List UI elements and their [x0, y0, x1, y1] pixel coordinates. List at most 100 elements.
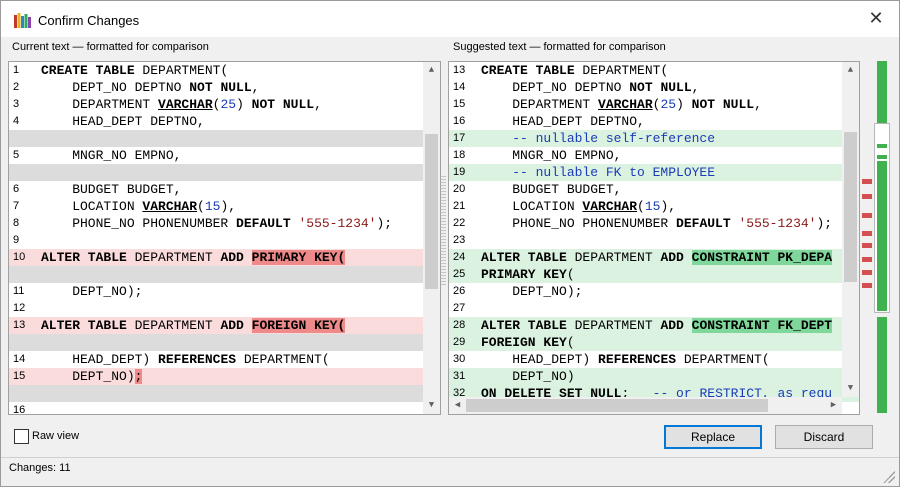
code-token: ALTER TABLE [481, 250, 567, 265]
code-token: ALTER TABLE [41, 250, 127, 265]
right-horizontal-scrollbar[interactable]: ◀ ▶ [449, 397, 842, 414]
code-token: DEPARTMENT [41, 97, 159, 112]
line-code: BUDGET BUDGET, [481, 181, 621, 198]
line-number: 28 [453, 319, 466, 331]
change-marker[interactable] [862, 231, 872, 236]
left-scroll-thumb[interactable] [425, 134, 438, 289]
line-number: 2 [13, 81, 20, 93]
line-number: 15 [453, 98, 466, 110]
code-token: 25 [660, 97, 677, 112]
replace-button[interactable]: Replace [664, 425, 762, 449]
code-token: DEPT_NO); [481, 284, 583, 299]
code-token: VARCHAR [158, 97, 213, 112]
change-overview-ruler[interactable] [861, 61, 873, 413]
left-vertical-scrollbar[interactable]: ▲ ▼ [423, 62, 440, 414]
code-line: 15 DEPARTMENT VARCHAR(25) NOT NULL, [449, 96, 859, 113]
code-token: DEPARTMENT( [236, 352, 330, 367]
raw-view-label[interactable]: Raw view [32, 430, 79, 442]
scroll-down-arrow-icon[interactable]: ▼ [842, 380, 859, 397]
scroll-up-arrow-icon[interactable]: ▲ [842, 62, 859, 79]
code-token: HEAD_DEPT DEPTNO, [481, 114, 645, 129]
code-token: CONSTRAINT PK_DEPA [691, 250, 833, 265]
line-code: ALTER TABLE DEPARTMENT ADD CONSTRAINT PK… [481, 249, 833, 266]
line-code: PHONE_NO PHONENUMBER DEFAULT '555-1234')… [481, 215, 832, 232]
title-bar: Confirm Changes ✕ [1, 1, 899, 37]
added-marker [877, 155, 887, 159]
line-code: CREATE TABLE DEPARTMENT( [481, 62, 668, 79]
right-vertical-scrollbar[interactable]: ▲ ▼ [842, 62, 859, 397]
code-token: HEAD_DEPT DEPTNO, [41, 114, 205, 129]
line-number: 31 [453, 370, 466, 382]
scroll-right-arrow-icon[interactable]: ▶ [825, 397, 842, 414]
code-token: DEPARTMENT [566, 250, 661, 265]
close-button[interactable]: ✕ [853, 1, 899, 37]
code-token: DEPT_NO) [481, 369, 575, 384]
scroll-up-arrow-icon[interactable]: ▲ [423, 62, 440, 79]
change-marker[interactable] [862, 270, 872, 275]
code-token: VARCHAR [142, 199, 198, 214]
scroll-left-arrow-icon[interactable]: ◀ [449, 397, 466, 414]
suggested-text-lines: 13 CREATE TABLE DEPARTMENT(14 DEPT_NO DEP… [449, 62, 859, 402]
changes-count: Changes: 11 [9, 462, 71, 474]
code-token: ); [816, 216, 833, 231]
change-marker[interactable] [862, 283, 872, 288]
code-line: 30 HEAD_DEPT) REFERENCES DEPARTMENT( [449, 351, 859, 368]
line-number: 1 [13, 64, 20, 76]
code-line: 5 MNGR_NO EMPNO, [9, 147, 440, 164]
change-marker[interactable] [862, 213, 872, 218]
code-line: 16 HEAD_DEPT DEPTNO, [449, 113, 859, 130]
code-token: FOREIGN KEY( [251, 318, 346, 333]
line-code: DEPT_NO); [481, 283, 582, 300]
code-line: 14 HEAD_DEPT) REFERENCES DEPARTMENT( [9, 351, 440, 368]
code-token: ADD [220, 318, 244, 333]
line-code: PHONE_NO PHONENUMBER DEFAULT '555-1234')… [41, 215, 392, 232]
panes-splitter[interactable] [440, 176, 446, 286]
code-token: BUDGET BUDGET, [41, 182, 182, 197]
code-line: 13 ALTER TABLE DEPARTMENT ADD FOREIGN KEY… [9, 317, 440, 334]
code-token: CONSTRAINT FK_DEPT [691, 318, 833, 333]
window-title: Confirm Changes [38, 13, 140, 28]
code-token: ) [236, 97, 252, 112]
code-line: 27 [449, 300, 859, 317]
line-code: DEPT_NO) [481, 368, 575, 385]
code-token: ), [220, 199, 237, 214]
change-marker[interactable] [862, 243, 872, 248]
line-code: HEAD_DEPT) REFERENCES DEPARTMENT( [41, 351, 330, 368]
current-text-editor[interactable]: 1 CREATE TABLE DEPARTMENT(2 DEPT_NO DEPTN… [8, 61, 441, 415]
code-line: 8 PHONE_NO PHONENUMBER DEFAULT '555-1234… [9, 215, 440, 232]
code-token: MNGR_NO EMPNO, [41, 148, 182, 163]
code-line: 15 DEPT_NO); [9, 368, 440, 385]
code-token: PHONE_NO PHONENUMBER [481, 216, 677, 231]
line-number: 16 [453, 115, 466, 127]
code-token: LOCATION [41, 199, 143, 214]
resize-grip-icon[interactable] [883, 471, 895, 483]
code-token: ALTER TABLE [481, 318, 567, 333]
suggested-text-editor[interactable]: 13 CREATE TABLE DEPARTMENT(14 DEPT_NO DEP… [448, 61, 860, 415]
line-code: HEAD_DEPT DEPTNO, [481, 113, 645, 130]
change-marker[interactable] [862, 194, 872, 199]
code-line: 18 MNGR_NO EMPNO, [449, 147, 859, 164]
code-line: 31 DEPT_NO) [449, 368, 859, 385]
line-number: 13 [453, 64, 466, 76]
line-code: ALTER TABLE DEPARTMENT ADD PRIMARY KEY( [41, 249, 346, 266]
line-number: 20 [453, 183, 466, 195]
code-token: ; [134, 369, 143, 384]
line-number: 15 [13, 370, 26, 382]
raw-view-checkbox[interactable] [14, 429, 29, 444]
change-marker[interactable] [862, 179, 872, 184]
scroll-down-arrow-icon[interactable]: ▼ [423, 397, 440, 414]
code-token: DEPARTMENT [126, 250, 221, 265]
code-token: ) [676, 97, 692, 112]
code-token: , [691, 80, 700, 95]
right-scroll-thumb[interactable] [844, 132, 857, 282]
code-line: 21 LOCATION VARCHAR(15), [449, 198, 859, 215]
code-token: HEAD_DEPT) [481, 352, 599, 367]
line-number: 10 [13, 251, 26, 263]
code-token: ALTER TABLE [41, 318, 127, 333]
right-hscroll-thumb[interactable] [466, 399, 768, 412]
placeholder-line [9, 385, 440, 402]
discard-button[interactable]: Discard [775, 425, 873, 449]
code-token: DEPT_NO) [41, 369, 135, 384]
code-token: ( [566, 267, 575, 282]
change-marker[interactable] [862, 257, 872, 262]
